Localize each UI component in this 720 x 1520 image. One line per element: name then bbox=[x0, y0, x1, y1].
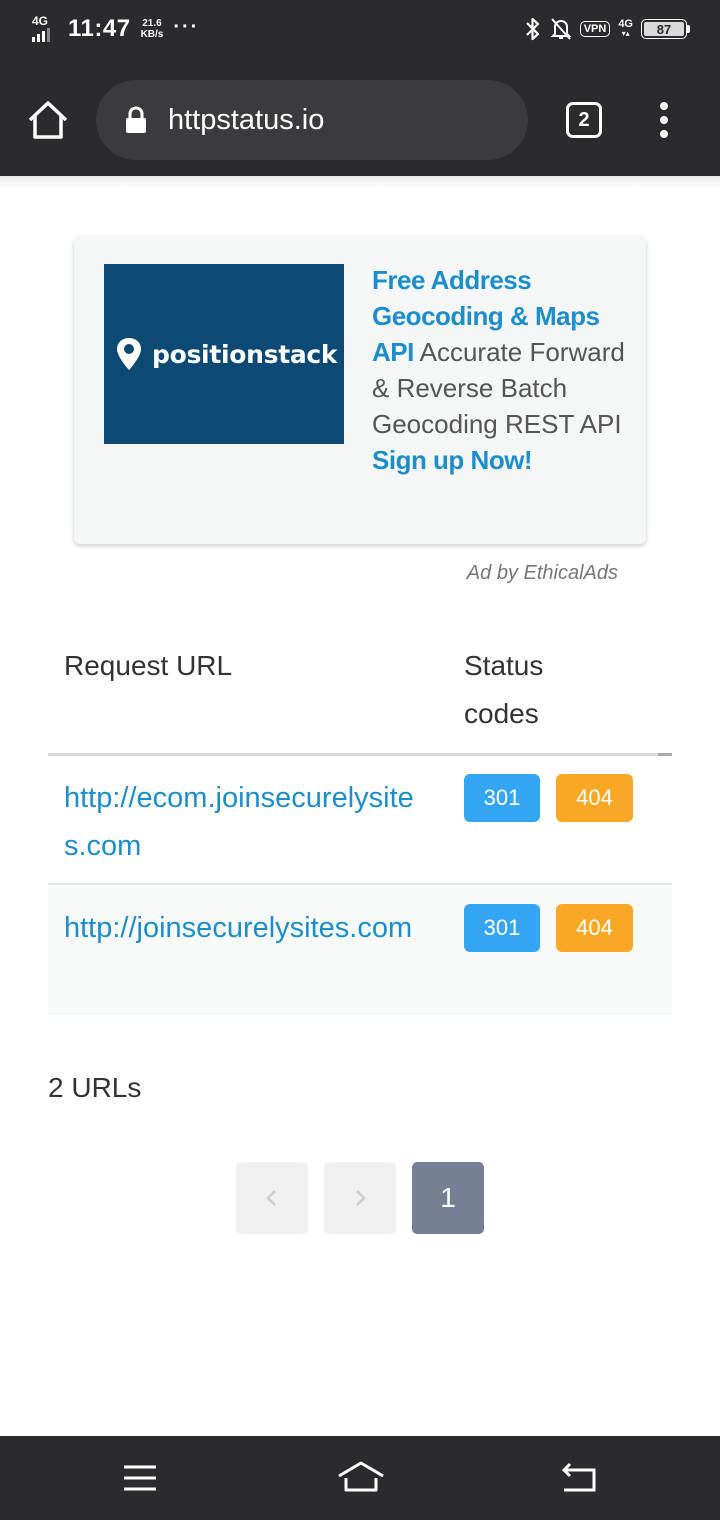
mute-notifications-icon bbox=[550, 18, 572, 40]
clock: 11:47 bbox=[68, 15, 131, 42]
column-header-request-url: Request URL bbox=[64, 650, 233, 681]
request-url-link[interactable]: http://ecom.joinsecurelysites.com bbox=[64, 774, 434, 870]
ad-image[interactable]: positionstack bbox=[104, 264, 344, 444]
ad-credit[interactable]: Ad by EthicalAds bbox=[0, 562, 618, 585]
page-1-button[interactable]: 1 bbox=[412, 1162, 484, 1234]
mobile-data-icon: 4G ▾▴ bbox=[618, 18, 633, 39]
ad-card[interactable]: positionstack Free Address Geocoding & M… bbox=[74, 236, 646, 544]
status-bar: 4G 11:47 21.6 KB/s ··· VPN 4G ▾▴ 87 bbox=[0, 0, 720, 64]
request-url-link[interactable]: http://joinsecurelysites.com bbox=[64, 904, 434, 952]
status-badge-301: 301 bbox=[464, 904, 540, 952]
vpn-indicator: VPN bbox=[579, 21, 611, 37]
system-nav-bar bbox=[0, 1436, 720, 1520]
battery-icon: 87 bbox=[641, 19, 690, 39]
signal-icon: 4G bbox=[30, 14, 60, 44]
address-bar[interactable]: httpstatus.io bbox=[96, 80, 528, 160]
toolbar-shadow bbox=[0, 176, 720, 188]
more-notifications-icon: ··· bbox=[173, 15, 200, 38]
chevron-right-icon bbox=[356, 1190, 366, 1206]
overflow-menu-icon[interactable] bbox=[654, 102, 674, 142]
recent-apps-icon[interactable] bbox=[118, 1458, 162, 1498]
browser-toolbar: httpstatus.io 2 bbox=[0, 64, 720, 176]
table-row: http://joinsecurelysites.com 301 404 bbox=[48, 887, 672, 1015]
table-row: http://ecom.joinsecurelysites.com 301 40… bbox=[48, 757, 672, 885]
tab-switcher-button[interactable]: 2 bbox=[566, 102, 602, 138]
url-count: 2 URLs bbox=[48, 1072, 142, 1103]
battery-level: 87 bbox=[644, 22, 684, 37]
status-badge-404: 404 bbox=[556, 904, 633, 952]
status-badge-404: 404 bbox=[556, 774, 633, 822]
network-speed: 21.6 KB/s bbox=[140, 18, 164, 40]
back-icon[interactable] bbox=[558, 1458, 602, 1498]
bluetooth-icon bbox=[525, 17, 539, 41]
network-type: 4G bbox=[32, 14, 49, 28]
status-badge-301: 301 bbox=[464, 774, 540, 822]
header-divider bbox=[48, 753, 672, 756]
next-page-button[interactable] bbox=[324, 1162, 396, 1234]
location-pin-icon bbox=[117, 338, 141, 370]
chevron-left-icon bbox=[266, 1190, 276, 1206]
ad-text: Free Address Geocoding & Maps API Accura… bbox=[372, 262, 632, 478]
ad-brand-logo: positionstack bbox=[152, 339, 338, 369]
scrollbar-indicator bbox=[658, 753, 672, 756]
lock-icon bbox=[126, 106, 146, 133]
previous-page-button[interactable] bbox=[236, 1162, 308, 1234]
system-home-icon[interactable] bbox=[336, 1458, 386, 1498]
home-icon[interactable] bbox=[26, 98, 70, 142]
column-header-status-codes: Status codes bbox=[464, 650, 544, 729]
address-bar-url: httpstatus.io bbox=[168, 103, 325, 136]
ad-cta-link[interactable]: Sign up Now! bbox=[372, 445, 533, 475]
